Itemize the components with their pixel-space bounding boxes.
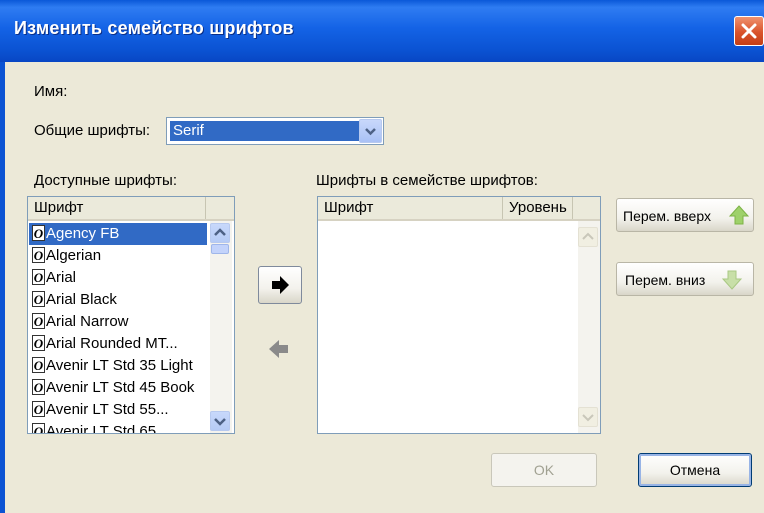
chevron-up-icon — [582, 232, 594, 240]
column-header-font[interactable]: Шрифт — [28, 197, 206, 219]
font-type-icon: O — [32, 335, 45, 352]
font-name: Arial Narrow — [46, 313, 129, 330]
chevron-down-icon — [582, 414, 594, 422]
font-name: Avenir LT Std 35 Light — [46, 357, 193, 374]
available-fonts-label: Доступные шрифты: — [34, 172, 177, 189]
list-header: Шрифт Уровень — [318, 197, 600, 221]
font-name: Avenir LT Std 55... — [46, 401, 169, 418]
arrow-up-icon — [728, 205, 750, 225]
font-type-icon: O — [32, 225, 45, 242]
name-label: Имя: — [34, 83, 68, 100]
chevron-down-icon — [365, 128, 376, 136]
family-scrollbar[interactable] — [578, 221, 600, 433]
add-font-button[interactable] — [258, 266, 302, 304]
font-type-icon: O — [32, 423, 45, 433]
common-fonts-value: Serif — [170, 121, 360, 141]
font-type-icon: O — [32, 313, 45, 330]
chevron-up-icon — [214, 228, 226, 236]
cancel-button[interactable]: Отмена — [638, 453, 752, 487]
family-fonts-list[interactable]: Шрифт Уровень — [317, 196, 601, 434]
move-down-button[interactable]: Перем. вниз — [616, 262, 754, 296]
dialog-window: Изменить семейство шрифтов Имя: Общие шр… — [0, 0, 764, 513]
arrow-down-icon — [721, 270, 743, 290]
remove-font-button[interactable] — [264, 336, 294, 364]
list-header: Шрифт — [28, 197, 234, 221]
font-name: Avenir LT Std 65... — [46, 423, 169, 434]
arrow-right-icon — [272, 276, 289, 294]
list-item[interactable]: O Avenir LT Std 65... — [29, 421, 207, 434]
scroll-up-button[interactable] — [210, 223, 230, 243]
font-type-icon: O — [32, 357, 45, 374]
move-down-label: Перем. вниз — [625, 272, 706, 288]
list-item[interactable]: O Arial Black — [29, 289, 207, 311]
close-button[interactable] — [734, 16, 764, 46]
window-border — [0, 62, 5, 513]
window-title: Изменить семейство шрифтов — [14, 18, 294, 38]
scroll-up-button[interactable] — [578, 227, 598, 247]
list-item[interactable]: O Arial — [29, 267, 207, 289]
font-name: Arial Black — [46, 291, 117, 308]
list-item[interactable]: O Avenir LT Std 35 Light — [29, 355, 207, 377]
common-fonts-select[interactable]: Serif — [166, 117, 384, 145]
font-type-icon: O — [32, 379, 45, 396]
font-type-icon: O — [32, 401, 45, 418]
chevron-down-icon — [214, 418, 226, 426]
ok-button[interactable]: OK — [491, 453, 597, 487]
close-icon — [741, 23, 757, 39]
font-name: Arial Rounded MT... — [46, 335, 178, 352]
scroll-down-button[interactable] — [578, 407, 598, 427]
font-name: Avenir LT Std 45 Book — [46, 379, 195, 396]
move-up-label: Перем. вверх — [623, 208, 711, 224]
list-item[interactable]: O Avenir LT Std 55... — [29, 399, 207, 421]
scroll-down-button[interactable] — [210, 411, 230, 431]
font-name: Agency FB — [46, 225, 120, 242]
move-up-button[interactable]: Перем. вверх — [616, 198, 754, 232]
combo-dropdown-button[interactable] — [359, 119, 382, 143]
font-name: Algerian — [46, 247, 102, 264]
font-type-icon: O — [32, 247, 45, 264]
title-bar[interactable]: Изменить семейство шрифтов — [0, 0, 764, 62]
column-header-font[interactable]: Шрифт — [318, 197, 503, 219]
available-fonts-list[interactable]: Шрифт O Agency FB O Algerian O Arial O Arial Bl… — [27, 196, 235, 434]
font-name: Arial — [46, 269, 77, 286]
available-scrollbar[interactable] — [210, 221, 232, 433]
list-item[interactable]: O Arial Rounded MT... — [29, 333, 207, 355]
list-item[interactable]: O Agency FB — [29, 223, 207, 245]
scroll-thumb[interactable] — [211, 244, 229, 254]
list-item[interactable]: O Arial Narrow — [29, 311, 207, 333]
arrow-left-icon — [269, 340, 288, 358]
family-fonts-label: Шрифты в семействе шрифтов: — [316, 172, 538, 189]
list-item[interactable]: O Algerian — [29, 245, 207, 267]
font-type-icon: O — [32, 291, 45, 308]
common-fonts-label: Общие шрифты: — [34, 122, 151, 139]
list-item[interactable]: O Avenir LT Std 45 Book — [29, 377, 207, 399]
font-type-icon: O — [32, 269, 45, 286]
column-header-level[interactable]: Уровень — [503, 197, 573, 219]
